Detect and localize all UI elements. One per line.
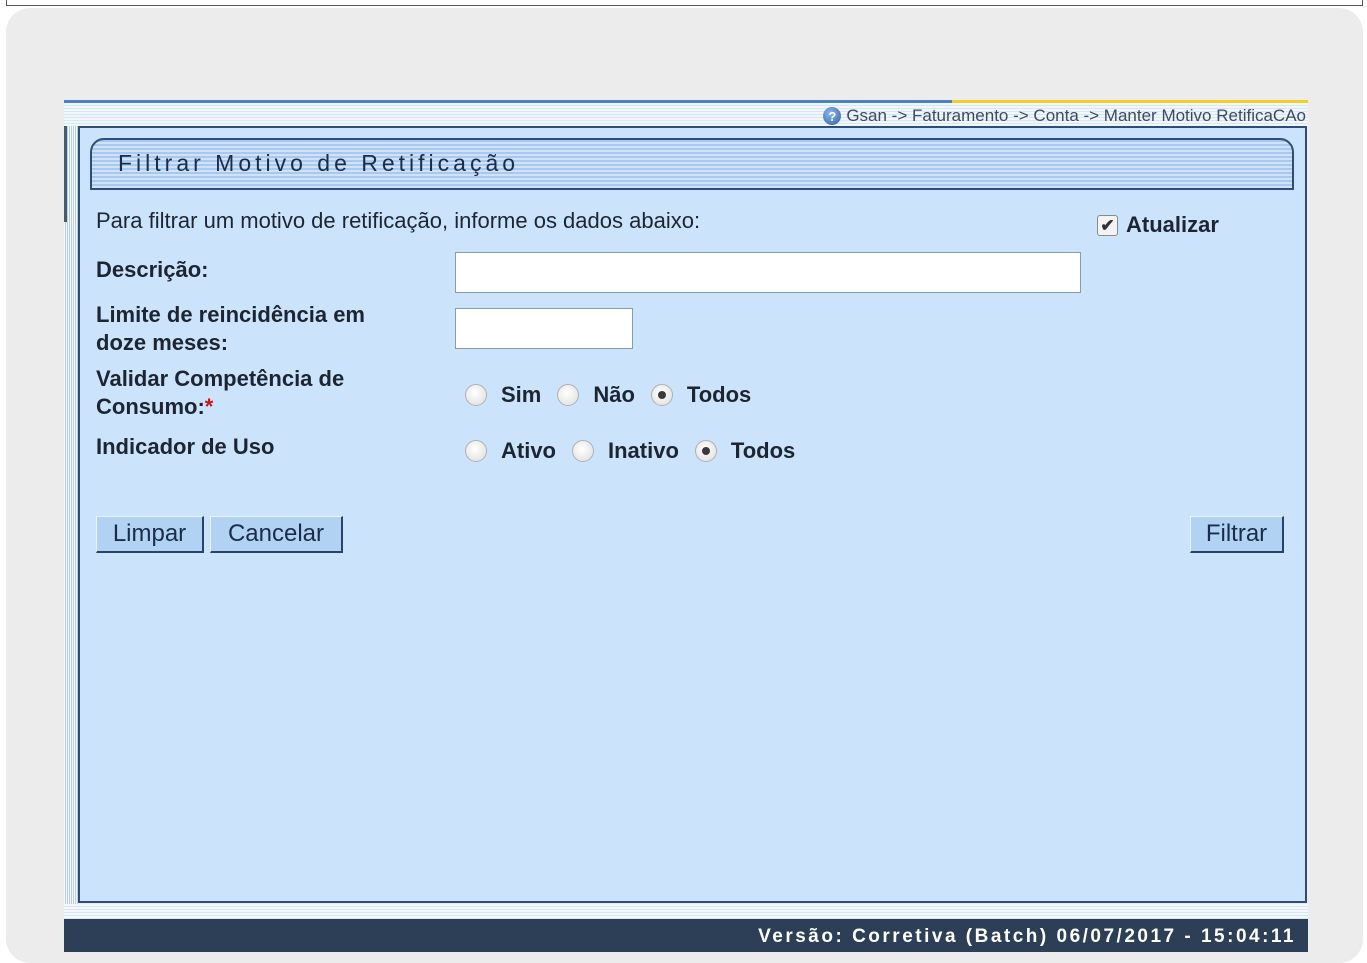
breadcrumb-bar: ? Gsan -> Faturamento -> Conta -> Manter… (64, 100, 1308, 126)
validar-option-label: Sim (501, 382, 542, 407)
indicador-option-label: Todos (730, 438, 796, 463)
accent-stripe (952, 100, 1308, 103)
footer-stripe (64, 904, 1308, 919)
indicador-option-inativo[interactable]: Inativo (572, 438, 679, 464)
validar-radio-nao[interactable] (557, 384, 580, 406)
filtrar-button[interactable]: Filtrar (1190, 516, 1284, 553)
breadcrumb: ? Gsan -> Faturamento -> Conta -> Manter… (823, 106, 1306, 126)
left-frame-marker (64, 126, 67, 222)
validar-label-text: Consumo: (96, 394, 205, 419)
left-frame-stripe (64, 126, 78, 904)
required-marker: * (204, 394, 214, 419)
validar-option-label: Não (593, 382, 635, 407)
limite-label: Limite de reincidência em doze meses: (96, 301, 365, 357)
indicador-radio-ativo[interactable] (465, 440, 487, 462)
limite-label-line2: doze meses: (96, 330, 229, 355)
indicador-option-todos[interactable]: Todos (694, 438, 796, 464)
descricao-input[interactable] (455, 252, 1081, 293)
help-icon[interactable]: ? (823, 107, 842, 125)
atualizar-label: Atualizar (1126, 212, 1219, 237)
indicador-option-ativo[interactable]: Ativo (465, 438, 556, 464)
title-bar: Filtrar Motivo de Retificação (90, 138, 1294, 190)
validar-label-line1: Validar Competência de (96, 366, 345, 391)
atualizar-checkbox[interactable]: ✔ (1097, 214, 1118, 236)
limpar-button[interactable]: Limpar (96, 516, 204, 553)
validar-label: Validar Competência de Consumo:* (96, 365, 344, 421)
indicador-radio-group: Ativo Inativo Todos (465, 438, 811, 464)
breadcrumb-text: Gsan -> Faturamento -> Conta -> Manter M… (846, 106, 1306, 125)
indicador-option-label: Inativo (608, 438, 679, 463)
indicador-radio-inativo[interactable] (572, 440, 594, 462)
window-top-edge (6, 0, 1363, 6)
indicador-label: Indicador de Uso (96, 434, 275, 459)
validar-option-nao[interactable]: Não (557, 382, 635, 408)
atualizar-toggle[interactable]: ✔ Atualizar (1097, 212, 1219, 238)
validar-radio-group: Sim Não Todos (465, 382, 767, 408)
indicador-option-label: Ativo (501, 438, 556, 463)
form-panel (78, 126, 1307, 903)
validar-option-label: Todos (686, 382, 752, 407)
validar-option-sim[interactable]: Sim (465, 382, 541, 408)
limite-input[interactable] (455, 308, 633, 349)
cancelar-button[interactable]: Cancelar (210, 516, 343, 553)
descricao-label: Descrição: (96, 257, 209, 282)
intro-text: Para filtrar um motivo de retificação, i… (96, 208, 701, 233)
version-footer: Versão: Corretiva (Batch) 06/07/2017 - 1… (64, 919, 1308, 952)
validar-radio-todos[interactable] (650, 384, 673, 406)
validar-radio-sim[interactable] (465, 384, 487, 406)
validar-label-line2: Consumo:* (96, 393, 344, 421)
indicador-radio-todos[interactable] (694, 440, 717, 462)
page-title: Filtrar Motivo de Retificação (118, 150, 520, 176)
limite-label-line1: Limite de reincidência em (96, 302, 365, 327)
validar-option-todos[interactable]: Todos (650, 382, 752, 408)
